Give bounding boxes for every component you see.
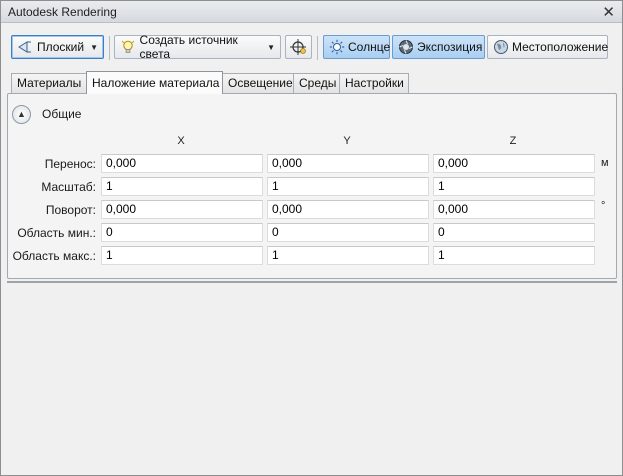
- region-min-z-field[interactable]: 0: [433, 223, 595, 242]
- exposure-label: Экспозиция: [417, 40, 483, 54]
- offset-y-field[interactable]: 0,000: [267, 154, 429, 173]
- sun-toggle-button[interactable]: Солнце: [323, 35, 390, 59]
- tab-environments[interactable]: Среды: [293, 73, 340, 93]
- region-min-x-field[interactable]: 0: [101, 223, 263, 242]
- create-light-label: Создать источник света: [139, 33, 238, 61]
- tab-settings[interactable]: Настройки: [339, 73, 409, 93]
- toolbar-divider: [317, 36, 318, 60]
- target-crosshair-icon: [289, 38, 307, 56]
- mapping-panel: ▲ Общие X Y Z Перенос: 0,000 0,000 0,000…: [7, 93, 617, 279]
- location-button[interactable]: Местоположение: [487, 35, 608, 59]
- column-header-y: Y: [343, 135, 351, 147]
- column-header-x: X: [177, 135, 185, 147]
- projection-dropdown-button[interactable]: Плоский ▼: [11, 35, 104, 59]
- section-title: Общие: [42, 107, 82, 121]
- lower-empty-area: [7, 281, 617, 470]
- projection-label: Плоский: [36, 40, 85, 54]
- toolbar: Плоский ▼ Создать источник света ▼ Солнц…: [1, 24, 622, 68]
- plane-projection-icon: [17, 38, 34, 56]
- row-label-offset: Перенос:: [44, 157, 96, 171]
- create-light-dropdown-button[interactable]: Создать источник света ▼: [114, 33, 281, 61]
- tab-materials[interactable]: Материалы: [11, 73, 87, 93]
- title-bar: Autodesk Rendering ✕: [1, 1, 622, 23]
- scale-x-field[interactable]: 1: [101, 177, 263, 196]
- column-header-z: Z: [509, 135, 517, 147]
- location-label: Местоположение: [512, 40, 609, 54]
- region-max-z-field[interactable]: 1: [433, 246, 595, 265]
- rotation-y-field[interactable]: 0,000: [267, 200, 429, 219]
- chevron-down-icon: ▼: [90, 42, 98, 52]
- region-min-y-field[interactable]: 0: [267, 223, 429, 242]
- exposure-icon: [398, 38, 414, 56]
- chevron-up-icon[interactable]: ▲: [12, 104, 31, 124]
- sun-icon: [329, 38, 345, 56]
- exposure-toggle-button[interactable]: Экспозиция: [392, 35, 485, 59]
- rotation-x-field[interactable]: 0,000: [101, 200, 263, 219]
- section-header: ▲ Общие: [12, 104, 81, 124]
- target-button[interactable]: [285, 35, 312, 59]
- region-max-x-field[interactable]: 1: [101, 246, 263, 265]
- row-label-scale: Масштаб:: [41, 180, 96, 194]
- tab-lighting[interactable]: Освещение: [222, 73, 294, 93]
- chevron-down-icon: ▼: [267, 42, 275, 52]
- offset-x-field[interactable]: 0,000: [101, 154, 263, 173]
- window-title: Autodesk Rendering: [8, 5, 117, 19]
- tab-material-mapping[interactable]: Наложение материала: [86, 71, 223, 94]
- rotation-unit: °: [601, 200, 606, 212]
- rendering-window: Autodesk Rendering ✕ Плоский ▼ Создать и…: [0, 0, 623, 476]
- toolbar-divider: [109, 36, 110, 60]
- rotation-z-field[interactable]: 0,000: [433, 200, 595, 219]
- light-bulb-icon: [120, 38, 137, 56]
- close-icon[interactable]: ✕: [602, 3, 615, 21]
- sun-label: Солнце: [348, 40, 391, 54]
- row-label-rotation: Поворот:: [45, 203, 96, 217]
- row-label-region-min: Область мин.:: [17, 226, 96, 240]
- globe-icon: [493, 38, 509, 56]
- scale-z-field[interactable]: 1: [433, 177, 595, 196]
- region-max-y-field[interactable]: 1: [267, 246, 429, 265]
- scale-y-field[interactable]: 1: [267, 177, 429, 196]
- row-label-region-max: Область макс.:: [12, 249, 96, 263]
- offset-unit: м: [601, 157, 609, 169]
- offset-z-field[interactable]: 0,000: [433, 154, 595, 173]
